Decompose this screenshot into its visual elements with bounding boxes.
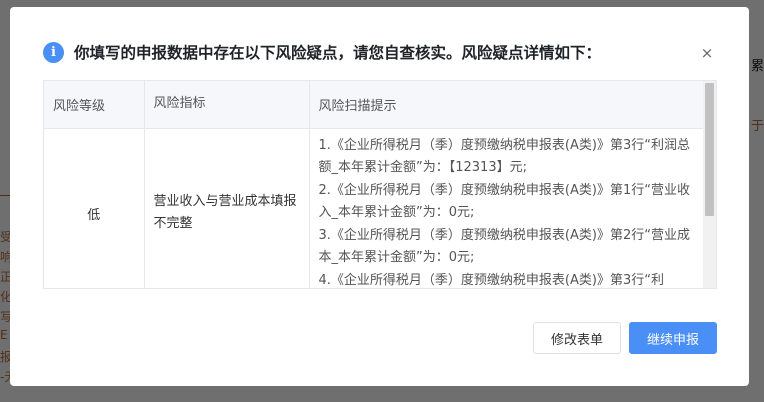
- risk-dialog: i 你填写的申报数据中存在以下风险疑点，请您自查核实。风险疑点详情如下： × 风…: [10, 7, 749, 386]
- hint-item: 2.《企业所得税月（季）度预缴纳税申报表(A类)》第1行“营业收入_本年累计金额…: [318, 182, 690, 221]
- table-scrollbar[interactable]: [703, 81, 716, 288]
- column-header-hint: 风险扫描提示: [309, 81, 705, 129]
- risk-table: 风险等级 风险指标 风险扫描提示 低 营业收入与营业成本填报不完整 1.《企业所…: [43, 80, 717, 289]
- table-row: 低 营业收入与营业成本填报不完整 1.《企业所得税月（季）度预缴纳税申报表(A类…: [44, 128, 705, 288]
- table-header-row: 风险等级 风险指标 风险扫描提示: [44, 81, 705, 129]
- continue-declare-button[interactable]: 继续申报: [629, 322, 717, 354]
- close-icon[interactable]: ×: [699, 45, 715, 61]
- hint-item: 4.《企业所得税月（季）度预缴纳税申报表(A类)》第3行“利: [318, 272, 664, 288]
- column-header-level: 风险等级: [44, 81, 145, 129]
- scrollbar-thumb[interactable]: [705, 83, 714, 216]
- modify-form-button[interactable]: 修改表单: [533, 322, 621, 354]
- risk-indicator-cell: 营业收入与营业成本填报不完整: [144, 128, 310, 288]
- dialog-title: 你填写的申报数据中存在以下风险疑点，请您自查核实。风险疑点详情如下：: [74, 44, 602, 62]
- hint-item: 3.《企业所得税月（季）度预缴纳税申报表(A类)》第2行“营业成本_本年累计金额…: [318, 227, 690, 266]
- risk-level-cell: 低: [44, 128, 145, 288]
- column-header-indicator: 风险指标: [144, 81, 310, 129]
- risk-hint-cell: 1.《企业所得税月（季）度预缴纳税申报表(A类)》第3行“利润总额_本年累计金额…: [309, 128, 705, 288]
- dialog-header: i 你填写的申报数据中存在以下风险疑点，请您自查核实。风险疑点详情如下：: [43, 40, 721, 64]
- info-icon: i: [43, 41, 64, 63]
- hint-item: 1.《企业所得税月（季）度预缴纳税申报表(A类)》第3行“利润总额_本年累计金额…: [318, 137, 690, 176]
